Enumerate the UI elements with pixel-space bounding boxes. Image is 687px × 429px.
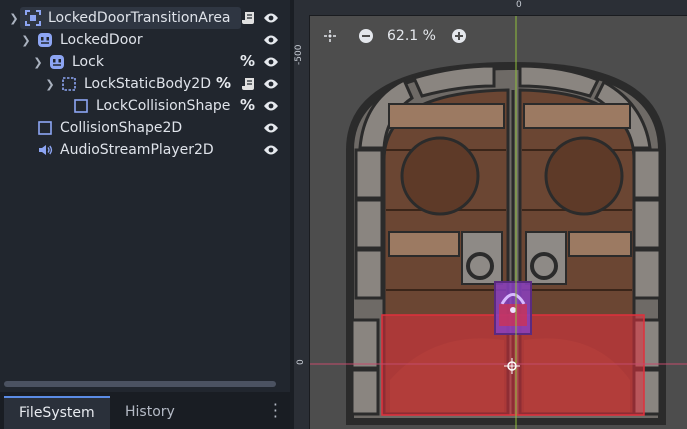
chevron-down-icon[interactable]: ❯ xyxy=(8,12,20,25)
tree-node-label: CollisionShape2D xyxy=(60,120,183,136)
tree-node-lock-static-body-2d[interactable]: ❯ LockStaticBody2D xyxy=(44,73,211,95)
zoom-toolbar: 62.1 % xyxy=(319,24,470,48)
script-icon[interactable] xyxy=(241,10,257,30)
tree-node-locked-door[interactable]: ❯ LockedDoor xyxy=(20,29,143,51)
dock-menu-icon[interactable]: · · · xyxy=(273,397,278,425)
dock-tab-bar: FileSystem History · · · xyxy=(0,392,290,429)
canvas-viewport[interactable]: 0 -500 0 62.1 % xyxy=(294,0,687,429)
tree-node-locked-door-transition-area[interactable]: ❯ LockedDoorTransitionArea xyxy=(8,7,241,29)
tree-node-lock[interactable]: ❯ Lock xyxy=(32,51,104,73)
tree-node-label: Lock xyxy=(72,54,104,70)
locked-door-sprite xyxy=(294,0,687,429)
tree-node-label: LockCollisionShape xyxy=(96,98,231,114)
audio-icon xyxy=(36,141,54,159)
tree-node-label: LockStaticBody2D xyxy=(84,76,211,92)
scene-tree-panel: ❯ LockedDoorTransitionArea ❯ LockedDoor … xyxy=(0,0,290,429)
visibility-eye-icon[interactable] xyxy=(260,29,282,51)
tree-node-label: LockedDoor xyxy=(60,32,143,48)
chevron-down-icon[interactable]: ❯ xyxy=(20,34,32,47)
ruler-label: 0 xyxy=(516,0,522,10)
ruler-label: 0 xyxy=(296,359,306,365)
tree-node-label: LockedDoorTransitionArea xyxy=(48,10,231,26)
sprite-icon xyxy=(36,31,54,49)
tree-node-label: AudioStreamPlayer2D xyxy=(60,142,214,158)
unique-name-icon[interactable]: % xyxy=(240,96,255,114)
tree-node-audio-stream-player-2d[interactable]: AudioStreamPlayer2D xyxy=(20,139,214,161)
unique-name-icon[interactable]: % xyxy=(216,74,231,92)
zoom-out-button[interactable] xyxy=(355,25,377,47)
ruler-label: -500 xyxy=(294,44,304,65)
visibility-eye-icon[interactable] xyxy=(260,95,282,117)
unique-name-icon[interactable]: % xyxy=(240,52,255,70)
tree-node-lock-collision-shape[interactable]: LockCollisionShape xyxy=(56,95,230,117)
chevron-down-icon[interactable]: ❯ xyxy=(44,78,56,91)
collision-shape-icon xyxy=(36,119,54,137)
visibility-eye-icon[interactable] xyxy=(260,139,282,161)
center-view-icon[interactable] xyxy=(319,25,341,47)
zoom-level-label[interactable]: 62.1 % xyxy=(387,28,436,44)
visibility-eye-icon[interactable] xyxy=(260,73,282,95)
static-body-icon xyxy=(60,75,78,93)
area2d-icon xyxy=(24,9,42,27)
zoom-in-button[interactable] xyxy=(448,25,470,47)
tree-node-collision-shape-2d[interactable]: CollisionShape2D xyxy=(20,117,182,139)
vertical-ruler[interactable]: -500 0 xyxy=(294,15,310,429)
visibility-eye-icon[interactable] xyxy=(260,117,282,139)
chevron-down-icon[interactable]: ❯ xyxy=(32,56,44,69)
script-icon[interactable] xyxy=(241,76,257,96)
horizontal-ruler[interactable]: 0 xyxy=(294,0,687,16)
visibility-eye-icon[interactable] xyxy=(260,7,282,29)
tab-filesystem[interactable]: FileSystem xyxy=(4,396,110,429)
collision-shape-icon xyxy=(72,97,90,115)
tab-history[interactable]: History xyxy=(110,396,190,429)
sprite-icon xyxy=(48,53,66,71)
horizontal-scrollbar[interactable] xyxy=(4,381,276,387)
visibility-eye-icon[interactable] xyxy=(260,51,282,73)
